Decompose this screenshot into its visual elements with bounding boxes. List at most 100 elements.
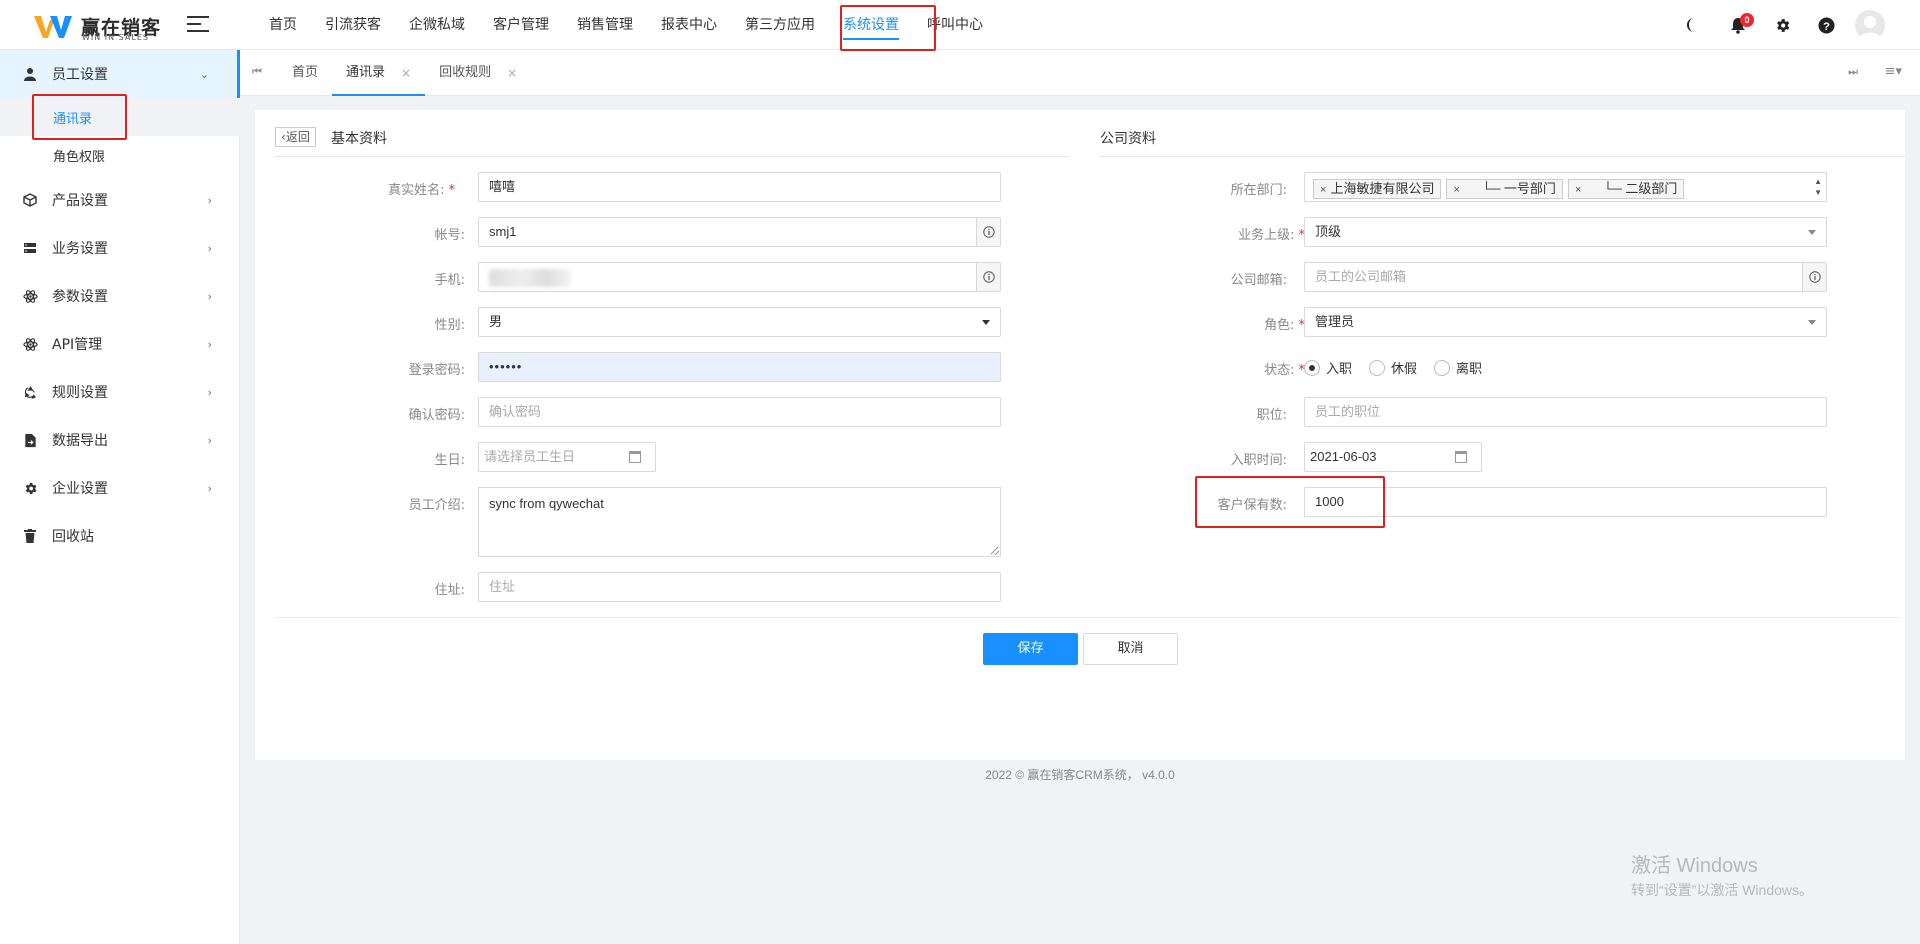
gear-icon bbox=[22, 480, 38, 496]
email-input[interactable]: 员工的公司邮箱 bbox=[1304, 262, 1827, 292]
sidebar-item-product-settings[interactable]: 产品设置 › bbox=[0, 176, 240, 224]
real-name-input[interactable]: 嘻嘻 bbox=[478, 172, 1001, 202]
real-name-label: 真实姓名: * bbox=[388, 183, 456, 198]
tab-contacts[interactable]: 通讯录 × bbox=[332, 50, 426, 96]
sidebar-item-staff-settings[interactable]: 员工设置 ⌄ bbox=[0, 50, 240, 98]
topnav-home[interactable]: 首页 bbox=[255, 0, 311, 50]
topnav-system-settings[interactable]: 系统设置 bbox=[829, 0, 913, 50]
gender-select[interactable]: 男 bbox=[478, 307, 1001, 337]
tab-scroll-first-icon[interactable]: ⏮ bbox=[252, 65, 262, 79]
intro-value: sync from qywechat bbox=[489, 496, 604, 511]
cube-icon bbox=[22, 192, 38, 208]
sidebar-item-api-management[interactable]: API管理 › bbox=[0, 320, 240, 368]
topnav-wecom-private[interactable]: 企微私域 bbox=[395, 0, 479, 50]
topnav-call-center[interactable]: 呼叫中心 bbox=[913, 0, 997, 50]
remove-tag-icon[interactable]: × bbox=[1575, 184, 1581, 196]
sidebar-item-enterprise-settings[interactable]: 企业设置 › bbox=[0, 464, 240, 512]
phone-input[interactable] bbox=[478, 262, 1001, 292]
tab-recycle-rules[interactable]: 回收规则 × bbox=[425, 50, 531, 96]
radio-icon bbox=[1369, 359, 1385, 376]
customer-limit-label: 客户保有数: bbox=[1217, 498, 1287, 513]
info-icon[interactable] bbox=[1802, 263, 1826, 291]
status-radio-onboard[interactable]: 入职 bbox=[1304, 358, 1352, 377]
tab-scroll-last-icon[interactable]: ⏭ bbox=[1848, 65, 1858, 79]
notification-badge: 0 bbox=[1740, 13, 1754, 27]
topnav-customer-management[interactable]: 客户管理 bbox=[479, 0, 563, 50]
confirm-password-input[interactable]: 确认密码 bbox=[478, 397, 1001, 427]
customer-limit-input[interactable]: 1000 bbox=[1304, 487, 1827, 517]
department-multiselect[interactable]: × 上海敏捷有限公司 × └─ 一号部门 × └─ 二级部门 ▲ ▼ bbox=[1304, 172, 1827, 202]
server-icon bbox=[22, 240, 38, 256]
sidebar-item-business-settings[interactable]: 业务设置 › bbox=[0, 224, 240, 272]
account-input[interactable]: smj1 bbox=[478, 217, 1001, 247]
required-mark: * bbox=[448, 183, 456, 198]
app-logo[interactable]: 赢在销客 WIN IN SALES bbox=[34, 12, 164, 42]
hire-date-label: 入职时间: bbox=[1230, 453, 1287, 468]
top-header: 赢在销客 WIN IN SALES 首页 引流获客 企微私域 客户管理 销售管理… bbox=[0, 0, 1920, 50]
sidebar-item-rule-settings[interactable]: 规则设置 › bbox=[0, 368, 240, 416]
confirm-password-label: 确认密码: bbox=[408, 408, 465, 423]
company-info-divider bbox=[1100, 156, 1905, 157]
tab-options-menu-icon[interactable]: ≡▾ bbox=[1885, 64, 1902, 79]
topnav-sales-management[interactable]: 销售管理 bbox=[563, 0, 647, 50]
password-input[interactable]: •••••• bbox=[478, 352, 1001, 382]
atom-icon bbox=[22, 288, 38, 304]
info-icon[interactable] bbox=[976, 263, 1000, 291]
role-select[interactable]: 管理员 bbox=[1304, 307, 1827, 337]
department-tag: × └─ 二级部门 bbox=[1567, 178, 1685, 199]
remove-tag-icon[interactable]: × bbox=[1320, 184, 1326, 196]
calendar-icon bbox=[629, 451, 641, 463]
topnav-report-center[interactable]: 报表中心 bbox=[647, 0, 731, 50]
sidebar-item-label: 企业设置 bbox=[52, 481, 108, 497]
scroll-arrows-icon[interactable]: ▲ ▼ bbox=[1814, 176, 1822, 198]
role-value: 管理员 bbox=[1315, 314, 1355, 329]
gender-label: 性别: bbox=[434, 318, 465, 333]
remove-tag-icon[interactable]: × bbox=[1453, 184, 1459, 196]
basic-info-divider bbox=[275, 156, 1070, 157]
hire-date-picker[interactable]: 2021-06-03 bbox=[1304, 442, 1482, 472]
resize-handle-icon[interactable] bbox=[991, 547, 999, 555]
birthday-date-picker[interactable]: 请选择员工生日 bbox=[478, 442, 656, 472]
chevron-down-icon: ⌄ bbox=[199, 67, 209, 81]
tab-home[interactable]: 首页 bbox=[278, 50, 332, 96]
sidebar-item-label: 员工设置 bbox=[52, 67, 108, 83]
sidebar-item-label: 产品设置 bbox=[52, 193, 108, 209]
superior-select[interactable]: 顶级 bbox=[1304, 217, 1827, 247]
radio-selected-icon bbox=[1304, 359, 1320, 376]
close-icon[interactable]: × bbox=[507, 50, 517, 96]
close-icon[interactable]: × bbox=[401, 50, 411, 96]
sidebar-subitem-role-permissions[interactable]: 角色权限 bbox=[0, 136, 240, 174]
tab-list: 首页 通讯录 × 回收规则 × bbox=[278, 50, 531, 96]
sidebar-item-recycle-bin[interactable]: 回收站 bbox=[0, 512, 240, 560]
role-label: 角色: * bbox=[1264, 318, 1305, 333]
sidebar-subitem-contacts[interactable]: 通讯录 bbox=[0, 98, 240, 136]
position-label: 职位: bbox=[1256, 408, 1287, 423]
sidebar-item-label: 回收站 bbox=[52, 529, 94, 545]
cancel-button[interactable]: 取消 bbox=[1083, 633, 1178, 665]
intro-textarea[interactable]: sync from qywechat bbox=[478, 487, 1001, 557]
chevron-right-icon: › bbox=[207, 193, 212, 207]
info-icon[interactable] bbox=[976, 218, 1000, 246]
sidebar-item-parameter-settings[interactable]: 参数设置 › bbox=[0, 272, 240, 320]
menu-toggle-icon[interactable] bbox=[187, 16, 209, 34]
help-icon[interactable]: ? bbox=[1804, 0, 1848, 50]
sidebar-item-data-export[interactable]: 数据导出 › bbox=[0, 416, 240, 464]
address-input[interactable]: 住址 bbox=[478, 572, 1001, 602]
user-avatar-icon[interactable] bbox=[1848, 0, 1892, 50]
tab-label: 通讯录 bbox=[346, 65, 386, 80]
calendar-icon bbox=[1455, 451, 1467, 463]
moon-icon[interactable] bbox=[1672, 0, 1716, 50]
gender-value: 男 bbox=[489, 314, 503, 329]
position-input[interactable]: 员工的职位 bbox=[1304, 397, 1827, 427]
status-radio-resigned[interactable]: 离职 bbox=[1434, 358, 1482, 377]
back-button[interactable]: ‹返回 bbox=[275, 127, 316, 147]
topnav-lead-acquisition[interactable]: 引流获客 bbox=[311, 0, 395, 50]
status-radio-leave[interactable]: 休假 bbox=[1369, 358, 1417, 377]
bell-icon[interactable]: 0 bbox=[1716, 0, 1760, 50]
redacted-phone bbox=[489, 268, 571, 287]
phone-label: 手机: bbox=[434, 273, 465, 288]
gear-icon[interactable] bbox=[1760, 0, 1804, 50]
save-button[interactable]: 保存 bbox=[983, 633, 1078, 665]
topnav-third-party-apps[interactable]: 第三方应用 bbox=[731, 0, 829, 50]
file-export-icon bbox=[22, 432, 38, 448]
